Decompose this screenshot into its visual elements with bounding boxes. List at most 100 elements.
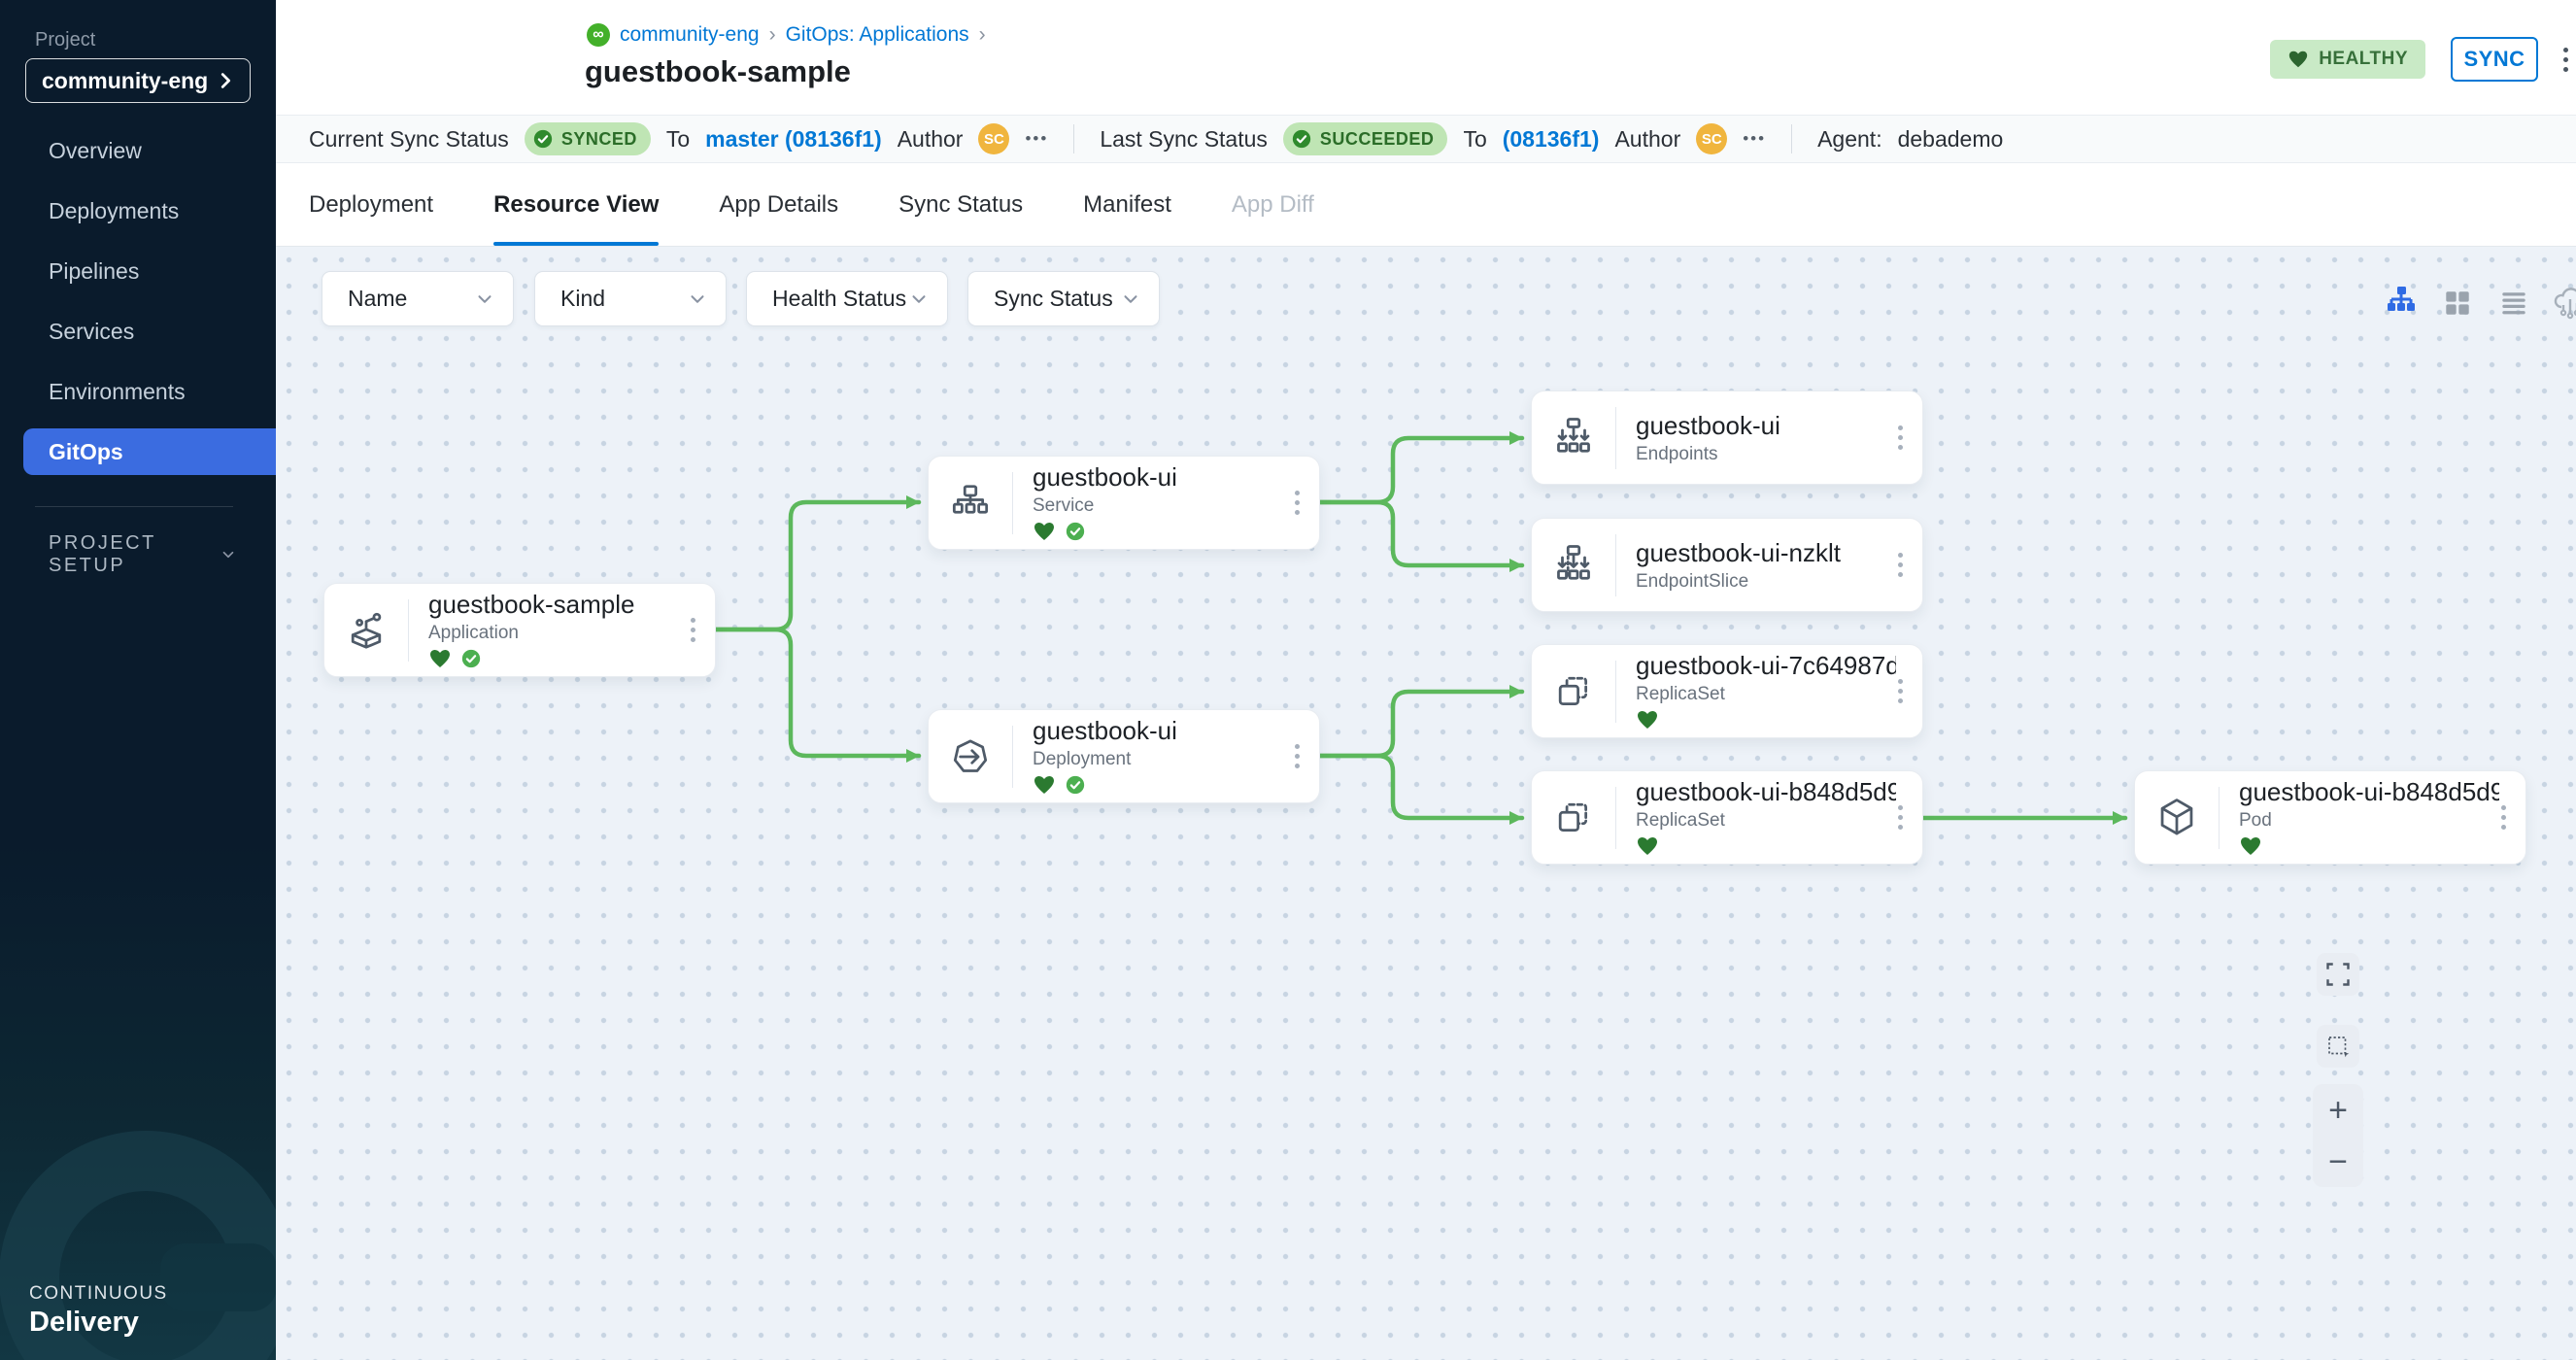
filter-kind-dropdown[interactable]: Kind: [534, 271, 727, 326]
breadcrumb-section-link[interactable]: GitOps: Applications: [786, 23, 969, 47]
synced-badge-label: SYNCED: [561, 129, 637, 150]
filter-health-status-dropdown[interactable]: Health Status: [746, 271, 948, 326]
sidebar-divider: [35, 506, 233, 507]
tab-app-diff[interactable]: App Diff: [1232, 163, 1314, 246]
zoom-out-button[interactable]: −: [2328, 1145, 2348, 1178]
check-circle-icon: [1291, 128, 1312, 150]
service-icon: [929, 481, 1012, 526]
node-menu-button[interactable]: [1898, 805, 1903, 830]
node-card-pod[interactable]: guestbook-ui-b848d5d9… Pod: [2134, 770, 2526, 865]
replicaset-icon: [1532, 669, 1615, 714]
node-menu-button[interactable]: [1898, 553, 1903, 577]
brand-continuous: CONTINUOUS: [29, 1283, 168, 1305]
tab-deployment[interactable]: Deployment: [309, 163, 433, 246]
tab-manifest[interactable]: Manifest: [1083, 163, 1171, 246]
node-card-replicaset-1[interactable]: guestbook-ui-7c64987dc9 ReplicaSet: [1531, 644, 1923, 738]
health-badge-label: HEALTHY: [2319, 49, 2408, 70]
sidebar-item-overview[interactable]: Overview: [0, 120, 276, 181]
sidebar-item-gitops[interactable]: GitOps: [23, 428, 276, 475]
sidebar-item-services[interactable]: Services: [0, 301, 276, 361]
breadcrumb: ∞ community-eng › GitOps: Applications ›: [587, 23, 996, 47]
node-card-application[interactable]: guestbook-sample Application: [323, 583, 716, 677]
node-card-deployment[interactable]: guestbook-ui Deployment: [928, 709, 1320, 803]
node-kind: Application: [428, 623, 691, 644]
synced-check-icon: [1065, 774, 1086, 796]
deployment-icon: [929, 734, 1012, 779]
synced-check-icon: [460, 648, 482, 669]
sidebar-item-environments[interactable]: Environments: [0, 361, 276, 422]
check-circle-icon: [532, 128, 554, 150]
tab-sync-status[interactable]: Sync Status: [898, 163, 1023, 246]
network-view-icon[interactable]: [2551, 284, 2576, 323]
tab-app-details[interactable]: App Details: [719, 163, 838, 246]
node-kind: Deployment: [1033, 749, 1295, 770]
marquee-select-button[interactable]: [2317, 1025, 2359, 1068]
node-card-endpoints[interactable]: guestbook-ui Endpoints: [1531, 391, 1923, 485]
fullscreen-icon: [2323, 960, 2353, 989]
node-title: guestbook-ui-7c64987dc9: [1636, 651, 1896, 681]
chevron-down-icon: [908, 289, 930, 310]
agent-label: Agent:: [1817, 126, 1882, 153]
author-avatar[interactable]: SC: [978, 123, 1009, 154]
node-menu-button[interactable]: [691, 618, 695, 642]
node-title: guestbook-ui: [1636, 411, 1896, 441]
chevron-down-icon: [474, 289, 495, 310]
author-label: Author: [1614, 126, 1680, 153]
more-info-button[interactable]: •••: [1743, 129, 1766, 149]
healthy-heart-icon: [1636, 834, 1659, 858]
succeeded-badge: SUCCEEDED: [1283, 122, 1448, 155]
node-menu-button[interactable]: [1898, 425, 1903, 450]
node-title: guestbook-ui: [1033, 462, 1293, 493]
project-selector[interactable]: community-eng: [25, 58, 251, 103]
filter-health-status-label: Health Status: [772, 286, 906, 312]
pod-icon: [2135, 796, 2219, 840]
author-avatar[interactable]: SC: [1696, 123, 1727, 154]
node-kind: Endpoints: [1636, 444, 1898, 465]
node-title: guestbook-ui: [1033, 716, 1293, 746]
resource-graph-canvas[interactable]: Name Kind Health Status Sync Status gues…: [276, 247, 2576, 1360]
healthy-heart-icon: [428, 647, 452, 670]
sync-button[interactable]: SYNC: [2451, 37, 2538, 82]
page-header: ∞ community-eng › GitOps: Applications ›…: [276, 0, 2576, 115]
fullscreen-button[interactable]: [2317, 953, 2359, 996]
current-sync-status-label: Current Sync Status: [309, 126, 509, 153]
app-menu-button[interactable]: [2563, 48, 2568, 72]
node-menu-button[interactable]: [2501, 805, 2506, 830]
current-commit-link[interactable]: master (08136f1): [705, 126, 882, 153]
zoom-in-button[interactable]: +: [2328, 1094, 2348, 1127]
node-kind: EndpointSlice: [1636, 571, 1898, 593]
node-card-service[interactable]: guestbook-ui Service: [928, 456, 1320, 550]
to-label: To: [666, 126, 690, 153]
healthy-heart-icon: [2239, 834, 2262, 858]
sidebar-item-deployments[interactable]: Deployments: [0, 181, 276, 241]
node-menu-button[interactable]: [1295, 491, 1300, 515]
sync-status-bar: Current Sync Status SYNCED To master (08…: [276, 115, 2576, 163]
tree-view-icon[interactable]: [2382, 284, 2421, 323]
filter-sync-status-label: Sync Status: [994, 286, 1113, 312]
breadcrumb-project-link[interactable]: community-eng: [620, 23, 760, 47]
grid-view-icon[interactable]: [2438, 284, 2477, 323]
healthy-heart-icon: [1033, 520, 1056, 543]
node-card-endpointslice[interactable]: guestbook-ui-nzklt EndpointSlice: [1531, 518, 1923, 612]
synced-check-icon: [1065, 521, 1086, 542]
sidebar-item-pipelines[interactable]: Pipelines: [0, 241, 276, 301]
endpointslice-icon: [1532, 543, 1615, 588]
tab-resource-view[interactable]: Resource View: [493, 163, 659, 246]
more-info-button[interactable]: •••: [1025, 129, 1048, 149]
succeeded-badge-label: SUCCEEDED: [1320, 129, 1435, 150]
sidebar: Project community-eng Overview Deploymen…: [0, 0, 276, 1360]
last-commit-link[interactable]: (08136f1): [1503, 126, 1600, 153]
tab-bar: Deployment Resource View App Details Syn…: [276, 163, 2576, 247]
filter-sync-status-dropdown[interactable]: Sync Status: [967, 271, 1160, 326]
list-view-icon[interactable]: [2494, 284, 2533, 323]
node-kind: Pod: [2239, 810, 2501, 832]
author-label: Author: [898, 126, 964, 153]
view-mode-switcher: [2382, 284, 2576, 323]
project-setup-toggle[interactable]: PROJECT SETUP: [49, 532, 237, 577]
filter-name-dropdown[interactable]: Name: [322, 271, 514, 326]
node-menu-button[interactable]: [1295, 744, 1300, 768]
node-menu-button[interactable]: [1898, 679, 1903, 703]
node-card-replicaset-2[interactable]: guestbook-ui-b848d5d9d ReplicaSet: [1531, 770, 1923, 865]
node-kind: Service: [1033, 495, 1295, 517]
heart-icon: [2288, 49, 2309, 70]
